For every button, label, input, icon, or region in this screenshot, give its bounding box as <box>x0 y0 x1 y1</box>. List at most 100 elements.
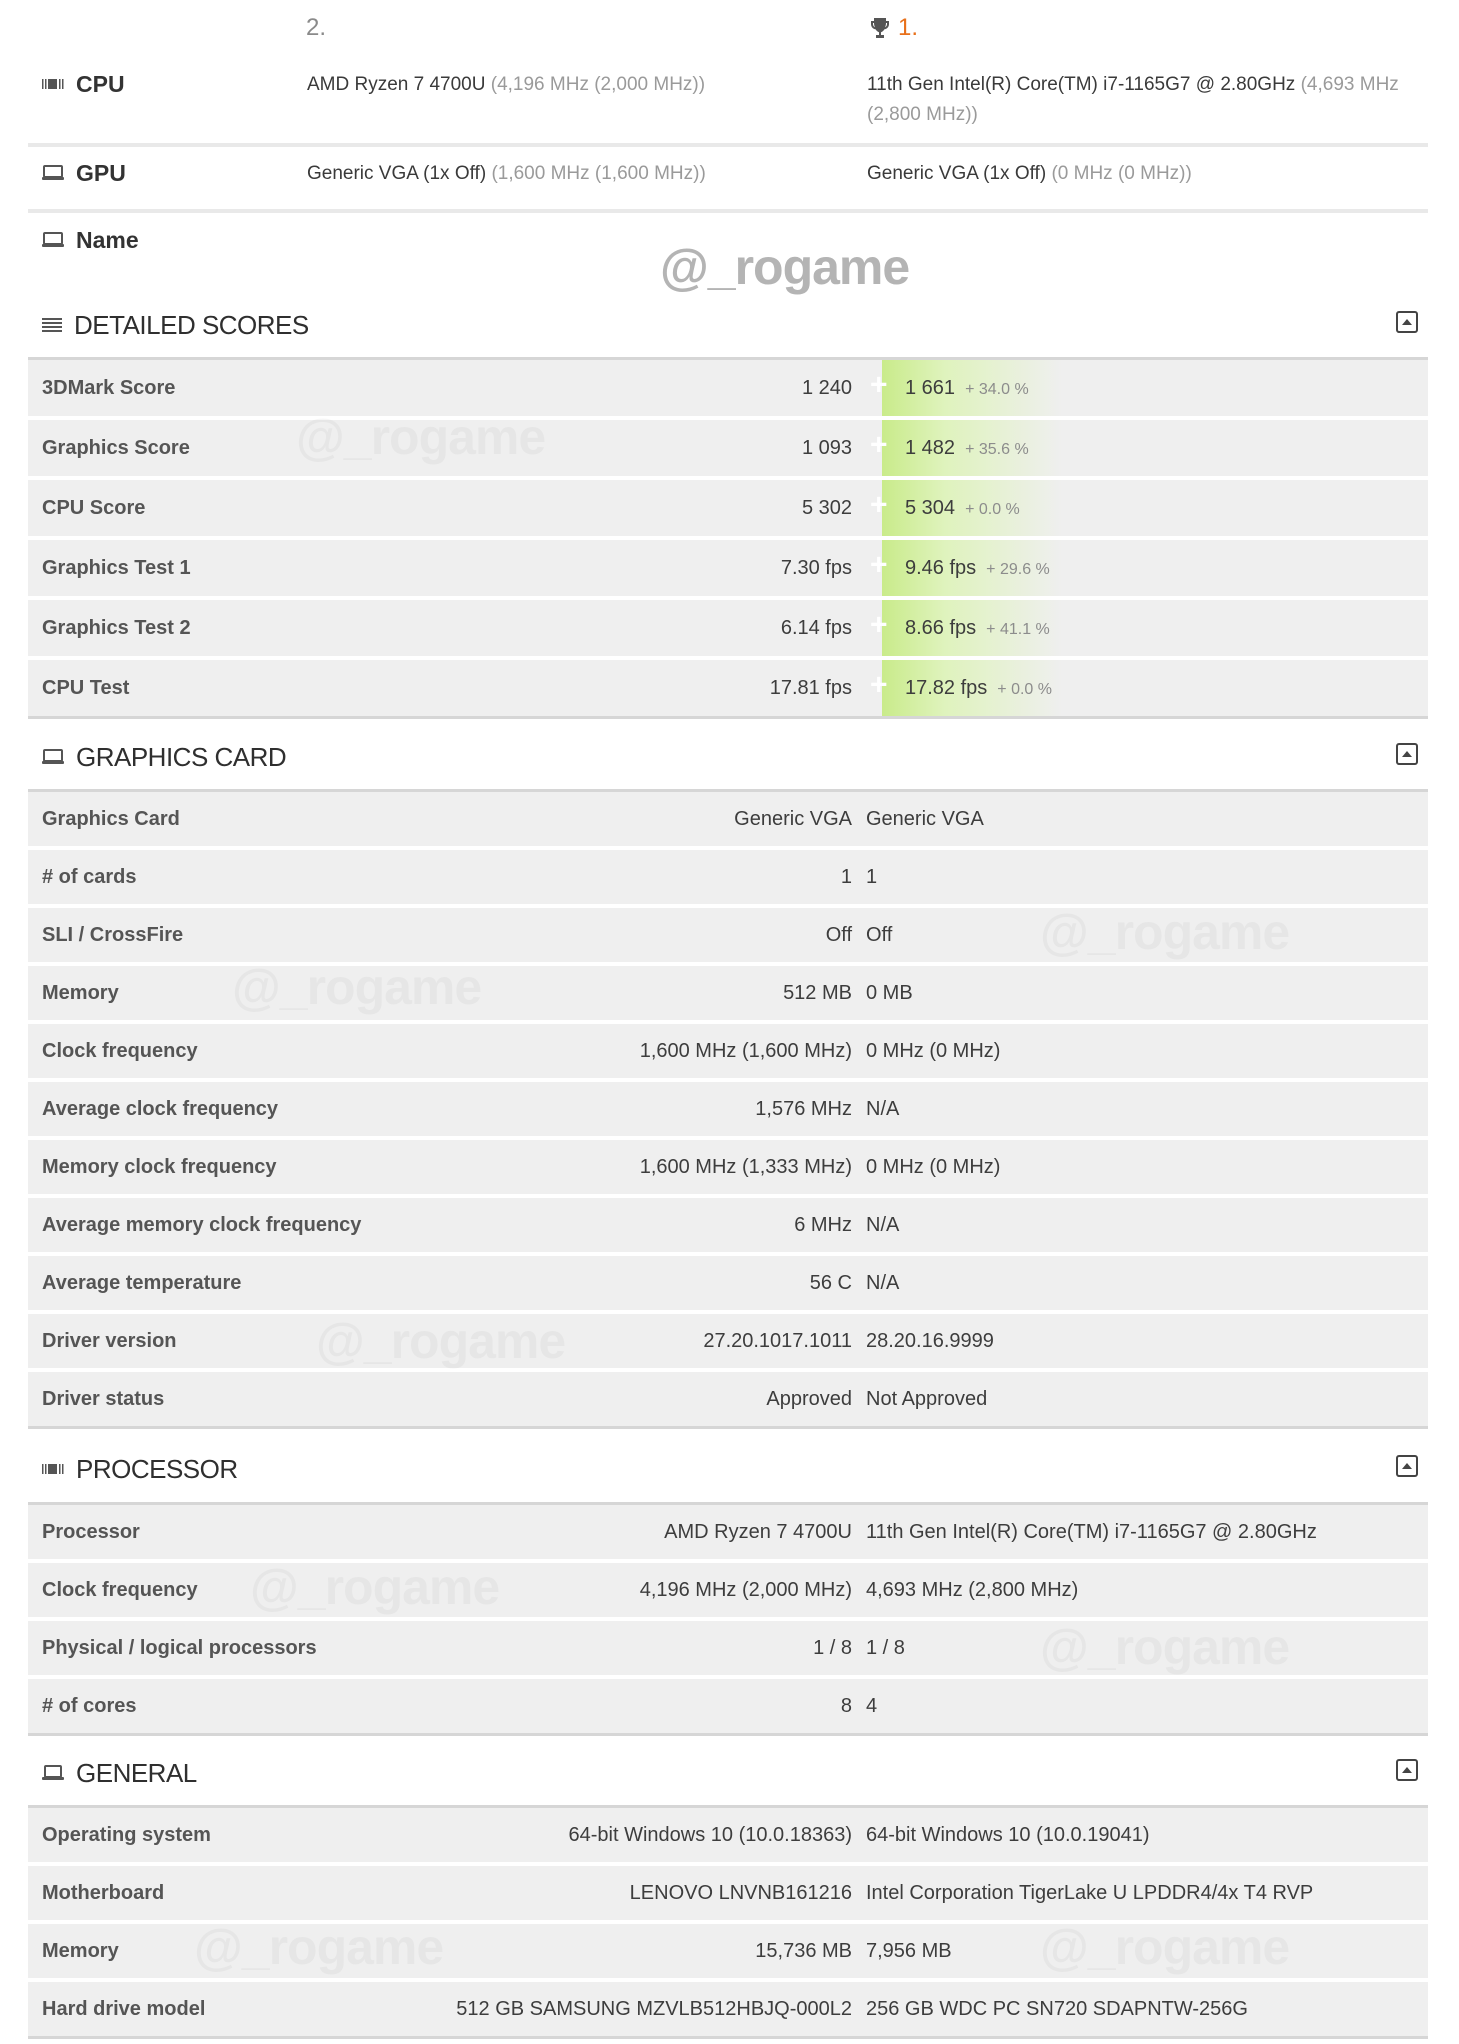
divider <box>28 1733 1428 1736</box>
value-system-2: Off <box>825 923 852 946</box>
section-header-processor: PROCESSOR <box>28 1447 1428 1491</box>
summary-label: GPU <box>76 159 126 186</box>
value-system-1: 11th Gen Intel(R) Core(TM) i7-1165G7 @ 2… <box>866 1520 1317 1543</box>
row-label: Average clock frequency <box>42 1097 279 1120</box>
table-row: Memory 512 MB 0 MB <box>28 966 1428 1020</box>
collapse-button[interactable] <box>1396 1455 1418 1477</box>
summary-gpu-a: Generic VGA (1x Off) (1,600 MHz (1,600 M… <box>307 163 706 184</box>
table-row: Processor AMD Ryzen 7 4700U 11th Gen Intel… <box>28 1505 1428 1559</box>
summary-cpu-a: AMD Ryzen 7 4700U (4,196 MHz (2,000 MHz)… <box>307 74 706 95</box>
value-system-1: 1 <box>866 865 878 888</box>
collapse-button[interactable] <box>1396 311 1418 333</box>
section-header-general: GENERAL <box>28 1751 1428 1795</box>
value-system-1: 4 <box>866 1694 878 1717</box>
caret-up-icon <box>1402 1463 1412 1469</box>
row-label: Average memory clock frequency <box>42 1213 362 1236</box>
table-row: # of cores 8 4 <box>28 1679 1428 1733</box>
divider <box>28 2036 1428 2039</box>
summary-row-cpu: CPU AMD Ryzen 7 4700U (4,196 MHz (2,000 … <box>28 68 1428 138</box>
value-system-2: 1,576 MHz <box>755 1097 852 1120</box>
value-system-2: 64-bit Windows 10 (10.0.18363) <box>568 1823 853 1846</box>
table-row: Operating system 64-bit Windows 10 (10.0.… <box>28 1808 1428 1862</box>
score-value: 9.46 fps <box>905 556 977 579</box>
plus-icon: + <box>870 428 888 462</box>
row-label: Operating system <box>42 1823 211 1846</box>
value-system-2: 1,600 MHz (1,333 MHz) <box>639 1155 852 1178</box>
score-diff: + 35.6 % <box>965 440 1029 458</box>
row-label: CPU Score <box>42 496 146 519</box>
value-system-1: 256 GB WDC PC SN720 SDAPNTW-256G <box>866 1997 1248 2020</box>
value-system-1: 9.46 fps + 29.6 % <box>905 557 1050 580</box>
value-system-1: 5 304 + 0.0 % <box>905 497 1020 520</box>
section-header-graphics-card: GRAPHICS CARD <box>28 735 1428 779</box>
row-label: # of cores <box>42 1694 137 1717</box>
value-system-2: 15,736 MB <box>755 1939 852 1962</box>
row-label: Hard drive model <box>42 1997 206 2020</box>
summary-cpu-b: 11th Gen Intel(R) Core(TM) i7-1165G7 @ 2… <box>867 74 1399 125</box>
score-diff: + 41.1 % <box>986 620 1050 638</box>
table-row: Hard drive model 512 GB SAMSUNG MZVLB512H… <box>28 1982 1428 2036</box>
value-system-1: 4,693 MHz (2,800 MHz) <box>866 1578 1079 1601</box>
value-system-2: 8 <box>840 1694 852 1717</box>
score-diff: + 0.0 % <box>965 500 1020 518</box>
table-row: Driver status Approved Not Approved <box>28 1372 1428 1426</box>
score-value: 1 661 <box>905 376 956 399</box>
value-system-1: Off <box>866 923 893 946</box>
table-row: Graphics Test 2 6.14 fps +8.66 fps + 41.1 % <box>28 600 1428 656</box>
table-row: Driver version 27.20.1017.1011 28.20.16.99… <box>28 1314 1428 1368</box>
laptop-icon <box>42 1765 64 1780</box>
caret-up-icon <box>1402 319 1412 325</box>
value-system-1: N/A <box>866 1097 900 1120</box>
summary-label: Name <box>76 226 139 253</box>
value-system-1: 64-bit Windows 10 (10.0.19041) <box>866 1823 1150 1846</box>
rank-first: 1. <box>870 14 918 42</box>
row-label: Driver version <box>42 1329 177 1352</box>
row-label: Processor <box>42 1520 140 1543</box>
collapse-button[interactable] <box>1396 1759 1418 1781</box>
plus-icon: + <box>870 668 888 702</box>
processor-table: Processor AMD Ryzen 7 4700U 11th Gen Intel… <box>28 1502 1428 1736</box>
collapse-button[interactable] <box>1396 743 1418 765</box>
plus-icon: + <box>870 548 888 582</box>
score-value: 8.66 fps <box>905 616 977 639</box>
row-label: Physical / logical processors <box>42 1636 317 1659</box>
general-table: Operating system 64-bit Windows 10 (10.0.… <box>28 1805 1428 2039</box>
cpu-icon <box>42 1464 64 1474</box>
laptop-icon <box>42 232 64 247</box>
value-system-2: 512 GB SAMSUNG MZVLB512HBJQ-000L2 <box>456 1997 852 2020</box>
rank-second: 2. <box>306 14 327 41</box>
caret-up-icon <box>1402 751 1412 757</box>
value-system-2: LENOVO LNVNB161216 <box>629 1881 852 1904</box>
value-system-1: Generic VGA <box>866 807 984 830</box>
section-header-detailed-scores: DETAILED SCORES <box>28 303 1428 347</box>
row-label: Graphics Test 2 <box>42 616 191 639</box>
caret-up-icon <box>1402 1767 1412 1773</box>
score-value: 17.82 fps <box>905 676 988 699</box>
value-system-1: 1 / 8 <box>866 1636 905 1659</box>
value-system-1: 0 MB <box>866 981 913 1004</box>
value-system-1: 0 MHz (0 MHz) <box>866 1155 1001 1178</box>
row-label: Driver status <box>42 1387 165 1410</box>
rank-first-label: 1. <box>898 14 919 41</box>
row-label: 3DMark Score <box>42 376 176 399</box>
row-label: Graphics Score <box>42 436 190 459</box>
value-system-1: Not Approved <box>866 1387 988 1410</box>
table-row: Graphics Score 1 093 +1 482 + 35.6 % <box>28 420 1428 476</box>
trophy-icon <box>871 18 889 38</box>
value-system-2: 5 302 <box>801 496 852 519</box>
row-label: Graphics Test 1 <box>42 556 191 579</box>
row-label: Memory <box>42 1939 119 1962</box>
value-system-1: 1 482 + 35.6 % <box>905 437 1029 460</box>
list-icon <box>42 318 62 332</box>
section-title: GENERAL <box>76 1757 197 1788</box>
score-value: 1 482 <box>905 436 956 459</box>
value-system-1: 28.20.16.9999 <box>866 1329 994 1352</box>
divider <box>28 209 1428 213</box>
value-system-2: 27.20.1017.1011 <box>703 1329 852 1352</box>
table-row: Motherboard LENOVO LNVNB161216 Intel Corpo… <box>28 1866 1428 1920</box>
value-system-2: 6.14 fps <box>780 616 852 639</box>
value-system-1: 17.82 fps + 0.0 % <box>905 677 1052 700</box>
table-row: Graphics Test 1 7.30 fps +9.46 fps + 29.6 % <box>28 540 1428 596</box>
cpu-icon <box>42 79 64 89</box>
table-row: Clock frequency 4,196 MHz (2,000 MHz) 4,69… <box>28 1563 1428 1617</box>
